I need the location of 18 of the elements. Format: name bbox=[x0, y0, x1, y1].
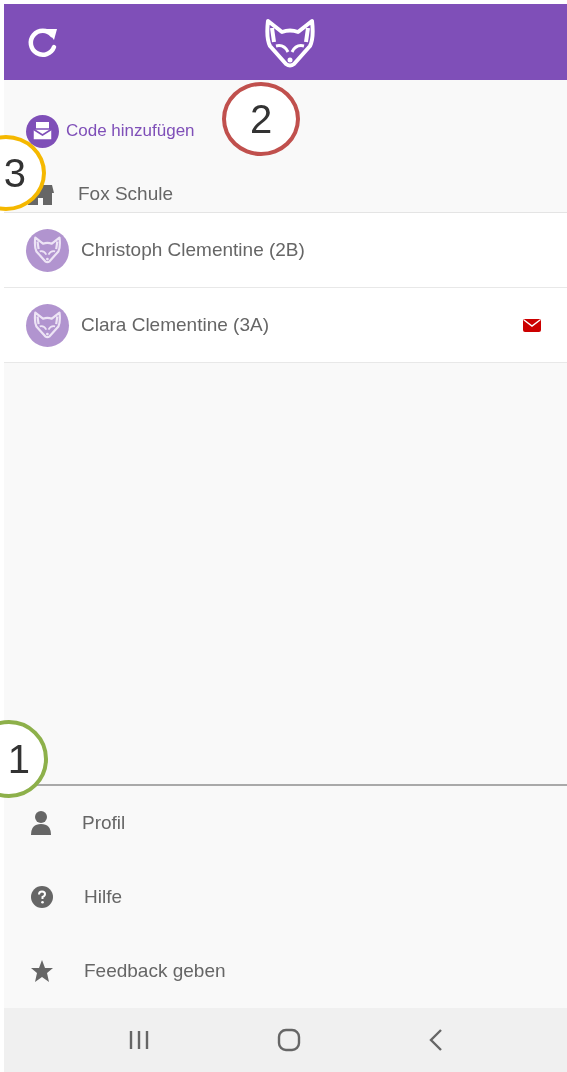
help-icon bbox=[30, 885, 54, 909]
person-icon bbox=[30, 810, 52, 836]
child-item[interactable]: Clara Clementine (3A) bbox=[4, 288, 567, 363]
fox-logo bbox=[262, 18, 318, 68]
menu-item[interactable]: Feedback geben bbox=[4, 934, 567, 1008]
menu-label: Feedback geben bbox=[84, 960, 226, 982]
menu-label: Hilfe bbox=[84, 886, 122, 908]
menu-label: Profil bbox=[82, 812, 126, 834]
envelope-icon bbox=[26, 114, 59, 148]
fox-avatar bbox=[26, 303, 69, 347]
fox-avatar bbox=[26, 228, 69, 272]
menu-item[interactable]: Hilfe bbox=[4, 860, 567, 934]
child-name: Christoph Clementine (2B) bbox=[81, 239, 306, 261]
refresh-button[interactable] bbox=[26, 25, 60, 59]
school-name: Fox Schule bbox=[78, 183, 174, 205]
child-name: Clara Clementine (3A) bbox=[81, 314, 270, 336]
child-item[interactable]: Christoph Clementine (2B) bbox=[4, 213, 567, 288]
star-icon bbox=[30, 959, 54, 983]
